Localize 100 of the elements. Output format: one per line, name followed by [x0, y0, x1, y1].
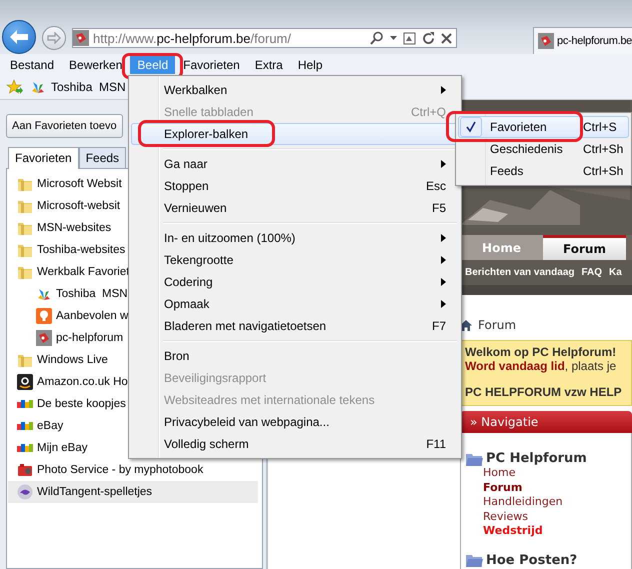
menu-item[interactable]: Volledig scherm F11 — [131, 433, 459, 455]
subnav-link[interactable]: Berichten van vandaag — [465, 267, 574, 278]
submenu-arrow-icon — [441, 300, 446, 308]
add-to-favorites-button[interactable]: Aan Favorieten toevo — [6, 114, 123, 138]
menu-item[interactable]: Stoppen Esc — [131, 175, 459, 197]
subnav-link[interactable]: FAQ — [581, 267, 602, 278]
favorite-item[interactable]: Windows Live — [8, 349, 110, 371]
nav-link[interactable]: Handleidingen — [483, 495, 631, 510]
forward-button[interactable] — [42, 26, 66, 50]
menu-item[interactable]: Favorieten Ctrl+S — [458, 116, 629, 138]
folder-icon — [465, 553, 483, 567]
favorite-item[interactable]: MSN-websites — [8, 217, 114, 239]
notice-footer: PC HELPFORUM vzw HELP — [465, 385, 627, 399]
menu-item[interactable]: Extra — [248, 56, 290, 74]
home-icon — [460, 320, 472, 330]
menu-item[interactable]: Bewerken — [62, 56, 130, 74]
menu-item[interactable]: Geschiedenis Ctrl+Sh — [458, 138, 629, 160]
favorite-item[interactable]: Werkbalk Favoriet — [8, 261, 132, 283]
menu-item[interactable]: Privacybeleid van webpagina... — [131, 411, 459, 433]
dropdown-caret-icon[interactable] — [390, 36, 397, 40]
menu-item[interactable]: Bladeren met navigatietoetsen F7 — [131, 315, 459, 337]
ebay-icon — [17, 399, 33, 409]
folder-icon — [17, 264, 33, 280]
submenu-arrow-icon — [441, 256, 446, 264]
submenu-arrow-icon — [441, 234, 446, 242]
subnav-link[interactable]: Ka — [609, 267, 622, 278]
shortcut-label: Ctrl+Sh — [583, 142, 624, 156]
favorite-item[interactable]: WildTangent-spelletjes — [8, 481, 258, 503]
forum-icon — [36, 330, 52, 346]
notice-text: Word vandaag lid, plaats je — [465, 359, 618, 373]
section-title: Hoe Posten? — [486, 552, 578, 568]
submenu-arrow-icon — [441, 86, 446, 94]
nav-link[interactable]: Home — [483, 466, 631, 480]
shortcut-label: Ctrl+Sh — [583, 164, 624, 178]
shortcut-label: F7 — [432, 319, 446, 333]
shortcut-label: F5 — [432, 201, 446, 215]
favorite-item[interactable]: Mijn eBay — [8, 437, 90, 459]
favorite-item[interactable]: Amazon.co.uk Ho — [8, 371, 130, 393]
breadcrumb[interactable]: Forum — [478, 318, 516, 332]
favorite-item[interactable]: eBay — [8, 415, 66, 437]
menu-item[interactable]: Favorieten — [176, 56, 247, 74]
menu-item[interactable]: Bron — [131, 345, 459, 367]
menu-item[interactable]: Opmaak — [131, 293, 459, 315]
submenu-arrow-icon — [441, 278, 446, 286]
shortcut-label: Esc — [426, 179, 446, 193]
menu-item[interactable]: Feeds Ctrl+Sh — [458, 160, 629, 182]
navigation-header: » Navigatie — [460, 411, 632, 433]
folder-icon — [17, 198, 33, 214]
favorite-item[interactable]: Microsoft Websit — [8, 173, 124, 195]
amazon-icon — [17, 374, 33, 390]
favorite-item[interactable]: De beste koopjes — [8, 393, 128, 415]
ebay-icon — [17, 421, 33, 431]
address-field[interactable]: http://www.pc-helpforum.be/forum/ — [72, 28, 457, 48]
close-icon[interactable] — [441, 32, 452, 44]
butterfly-icon — [30, 79, 46, 95]
favorite-item[interactable]: pc-helpforum — [8, 327, 126, 349]
favorite-item[interactable]: Toshiba MSN — [8, 283, 130, 305]
refresh-icon[interactable] — [422, 32, 435, 44]
menu-item[interactable]: Werkbalken — [131, 79, 459, 101]
browser-tab[interactable]: pc-helpforum.be — [533, 27, 632, 54]
favorite-item[interactable]: Microsoft-websit — [8, 195, 122, 217]
camera-icon — [17, 462, 33, 478]
favorite-item[interactable]: Toshiba-websites — [8, 239, 128, 261]
compatibility-view-icon[interactable] — [403, 32, 416, 44]
menu-item[interactable]: Vernieuwen F5 — [131, 197, 459, 219]
shortcut-label: F11 — [426, 437, 446, 451]
notice-title: Welkom op PC Helpforum! — [465, 345, 618, 359]
favorite-item[interactable]: Aanbevolen w — [8, 305, 130, 327]
menu-item[interactable]: Help — [290, 56, 330, 74]
folder-icon — [17, 220, 33, 236]
site-nav-tab[interactable]: Forum — [543, 235, 626, 260]
submenu-arrow-icon — [441, 160, 446, 168]
nav-link[interactable]: Wedstrijd — [483, 524, 631, 538]
menu-item[interactable]: Tekengrootte — [131, 249, 459, 271]
swirl-icon — [17, 484, 33, 500]
shortcut-label: Ctrl+S — [583, 120, 617, 134]
menu-item[interactable]: Bestand — [3, 56, 62, 74]
forum-icon — [538, 33, 554, 49]
folder-icon — [465, 452, 483, 466]
lightbulb-icon — [36, 308, 52, 324]
shortcut-label: Ctrl+Q — [410, 105, 446, 119]
menu-item[interactable]: In- en uitzoomen (100%) — [131, 227, 459, 249]
folder-icon — [17, 176, 33, 192]
menu-item[interactable]: Ga naar — [131, 153, 459, 175]
panel-tab[interactable]: Feeds — [78, 147, 126, 168]
favorites-link[interactable]: Toshiba MSN — [51, 80, 126, 94]
panel-tab[interactable]: Favorieten — [8, 147, 79, 169]
folder-icon — [17, 352, 33, 368]
search-icon[interactable] — [370, 31, 384, 45]
back-arrow-icon — [9, 29, 29, 45]
favorite-item[interactable]: Photo Service - by myphotobook — [8, 459, 206, 481]
forward-arrow-icon — [47, 32, 61, 44]
favorites-star-icon[interactable] — [6, 79, 24, 95]
section-title: PC Helpforum — [486, 451, 587, 466]
back-button[interactable] — [2, 20, 36, 54]
menu-item[interactable]: Codering — [131, 271, 459, 293]
forum-icon — [73, 30, 89, 46]
nav-link[interactable]: Reviews — [483, 510, 631, 524]
nav-link[interactable]: Forum — [483, 480, 631, 495]
ebay-icon — [17, 443, 33, 453]
